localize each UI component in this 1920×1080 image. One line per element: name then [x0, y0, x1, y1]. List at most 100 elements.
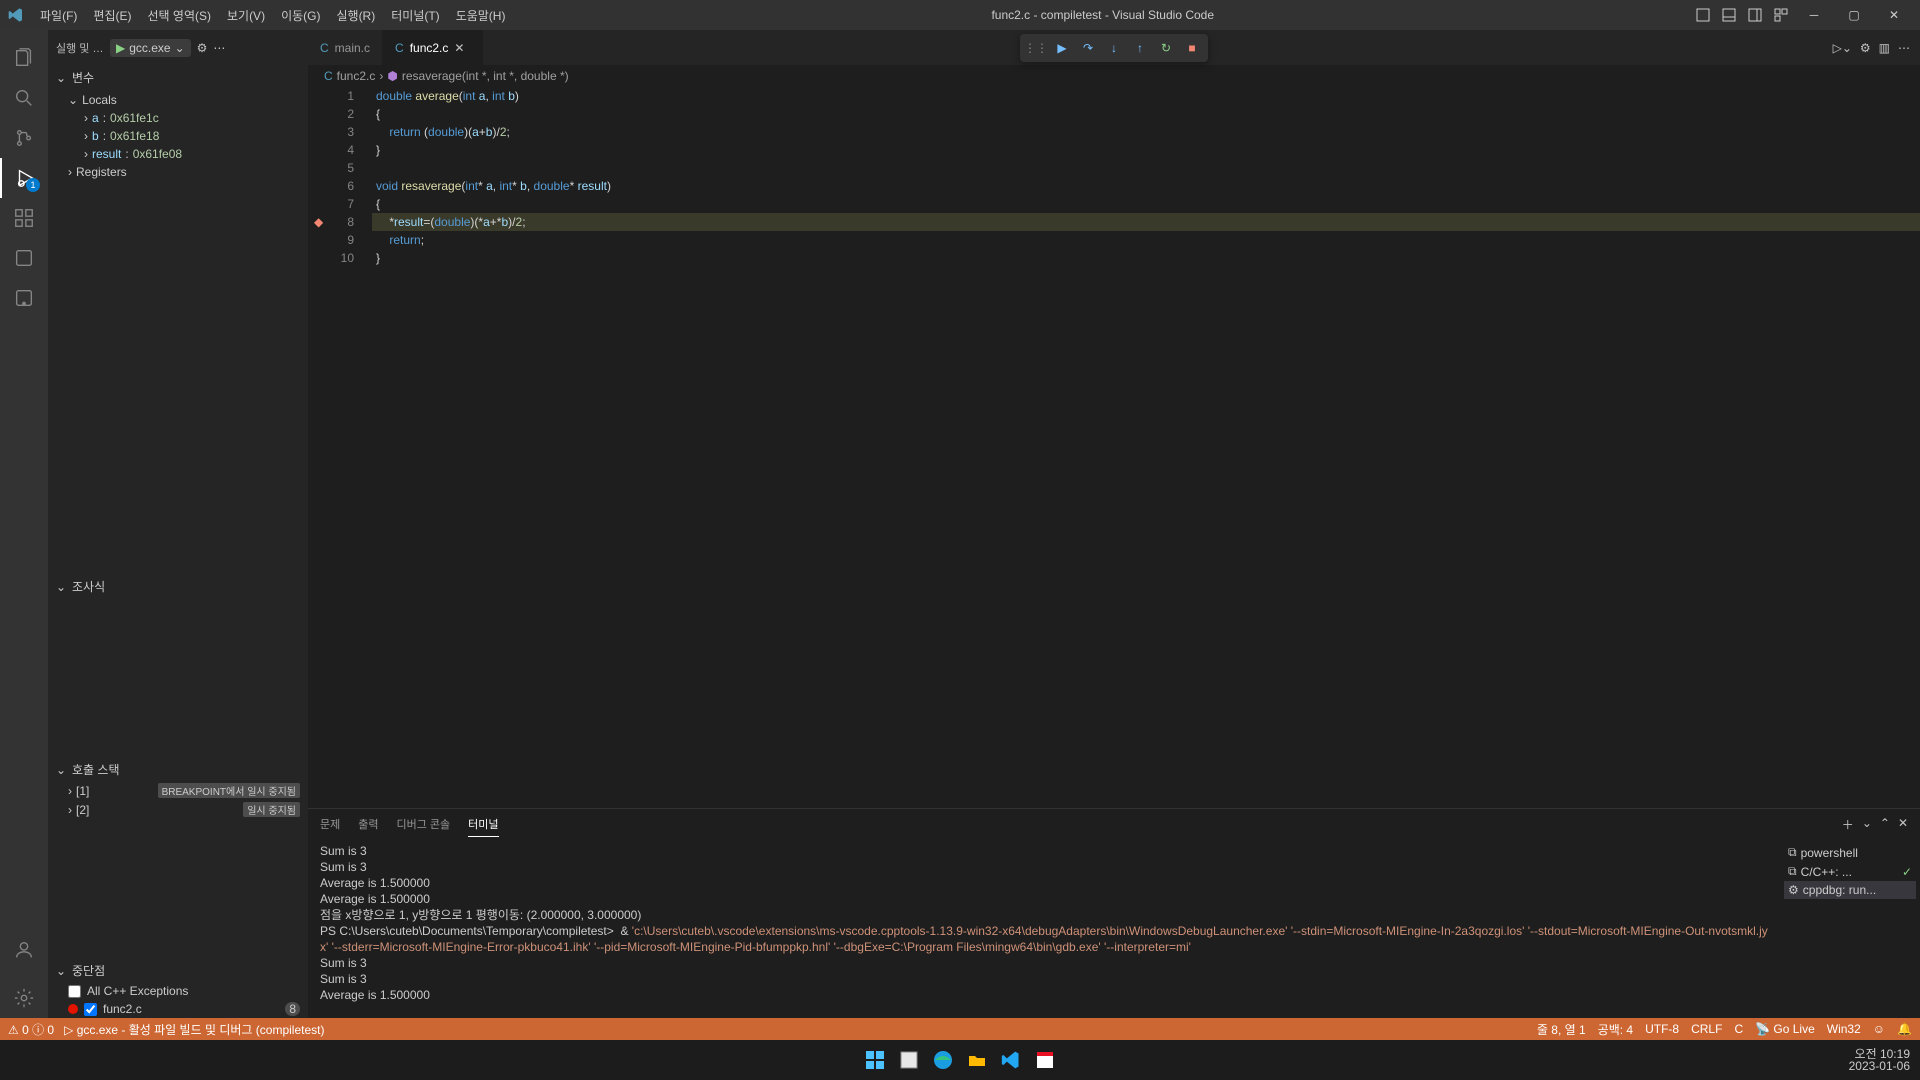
- step-over-button[interactable]: ↷: [1076, 36, 1100, 60]
- start-button[interactable]: [861, 1046, 889, 1074]
- stop-button[interactable]: ■: [1180, 36, 1204, 60]
- more-icon[interactable]: ⋯: [213, 41, 225, 55]
- menu-item[interactable]: 파일(F): [32, 3, 85, 28]
- run-debug-icon[interactable]: 1: [0, 158, 48, 198]
- stack-frame[interactable]: ›[2]일시 중지됨: [48, 800, 308, 819]
- step-out-button[interactable]: ↑: [1128, 36, 1152, 60]
- terminal-item[interactable]: ⧉C/C++: ...✓: [1784, 862, 1916, 881]
- c-file-icon: C: [324, 69, 333, 83]
- panel-tab[interactable]: 터미널: [468, 812, 498, 837]
- system-tray[interactable]: 오전 10:19 2023-01-06: [1849, 1048, 1910, 1072]
- code-editor[interactable]: 1234567◆8910 double average(int a, int b…: [308, 87, 1920, 808]
- close-button[interactable]: ✕: [1876, 4, 1912, 26]
- terminal-line: 점을 x방향으로 1, y방향으로 1 평행이동: (2.000000, 3.0…: [320, 907, 1768, 923]
- variable-item[interactable]: ›result: 0x61fe08: [48, 145, 308, 163]
- panel-tab[interactable]: 출력: [358, 812, 378, 837]
- taskbar-app2-icon[interactable]: [1031, 1046, 1059, 1074]
- panel-tabs: 문제 출력 디버그 콘솔 터미널 ＋ ⌄ ⌃ ✕: [308, 809, 1920, 839]
- menu-item[interactable]: 이동(G): [273, 3, 328, 28]
- explorer-icon[interactable]: [0, 38, 48, 78]
- menu-item[interactable]: 도움말(H): [448, 3, 514, 28]
- more-actions-icon[interactable]: ⋯: [1898, 41, 1910, 55]
- layout-toggle-icon[interactable]: [1692, 4, 1714, 26]
- status-errors[interactable]: ⚠ 0 ⓘ 0: [8, 1021, 54, 1038]
- editor-tab[interactable]: Cmain.c: [308, 30, 383, 65]
- panel-tab[interactable]: 문제: [320, 812, 340, 837]
- status-eol[interactable]: CRLF: [1691, 1022, 1722, 1036]
- status-bar: ⚠ 0 ⓘ 0 ▷ gcc.exe - 활성 파일 빌드 및 디버그 (comp…: [0, 1018, 1920, 1040]
- close-tab-icon[interactable]: ✕: [454, 41, 470, 55]
- extra-icon-1[interactable]: [0, 238, 48, 278]
- menu-item[interactable]: 실행(R): [328, 3, 383, 28]
- breakpoint-item[interactable]: All C++ Exceptions: [48, 982, 308, 1000]
- breakpoint-item[interactable]: func2.c8: [48, 1000, 308, 1018]
- panel-tab[interactable]: 디버그 콘솔: [397, 812, 451, 837]
- bp-checkbox[interactable]: [68, 985, 81, 998]
- terminal-item[interactable]: ⚙cppdbg: run...: [1784, 881, 1916, 899]
- menu-bar: 파일(F)편집(E)선택 영역(S)보기(V)이동(G)실행(R)터미널(T)도…: [32, 3, 513, 28]
- account-icon[interactable]: [0, 930, 48, 970]
- bp-checkbox[interactable]: [84, 1003, 97, 1016]
- status-platform[interactable]: Win32: [1827, 1022, 1861, 1036]
- layout-panel-icon[interactable]: [1718, 4, 1740, 26]
- split-editor-icon[interactable]: ▥: [1879, 41, 1890, 55]
- taskbar-explorer-icon[interactable]: [963, 1046, 991, 1074]
- maximize-button[interactable]: ▢: [1836, 4, 1872, 26]
- locals-scope[interactable]: ⌄Locals: [48, 91, 308, 109]
- gear-icon[interactable]: ⚙: [197, 41, 208, 55]
- extra-icon-2[interactable]: [0, 278, 48, 318]
- menu-item[interactable]: 선택 영역(S): [139, 3, 219, 28]
- layout-custom-icon[interactable]: [1770, 4, 1792, 26]
- status-golive[interactable]: 📡 Go Live: [1755, 1022, 1815, 1036]
- new-terminal-icon[interactable]: ＋: [1842, 816, 1854, 833]
- breadcrumb[interactable]: C func2.c › ⬢ resaverage(int *, int *, d…: [308, 65, 1920, 87]
- terminal-item[interactable]: ⧉powershell: [1784, 843, 1916, 862]
- continue-button[interactable]: ▶: [1050, 36, 1074, 60]
- breakpoint-marker-icon[interactable]: ◆: [314, 213, 323, 231]
- run-action-icon[interactable]: ▷⌄: [1833, 41, 1852, 55]
- search-icon[interactable]: [0, 78, 48, 118]
- breakpoints-list: All C++ Exceptions func2.c8: [48, 982, 308, 1018]
- variables-section-header[interactable]: ⌄변수: [48, 66, 308, 89]
- source-control-icon[interactable]: [0, 118, 48, 158]
- terminal-dropdown-icon[interactable]: ⌄: [1862, 816, 1872, 833]
- debug-sidebar: 실행 및 디... ▶ gcc.exe ⌄ ⚙ ⋯ ⌄변수 ⌄Locals ›a…: [48, 30, 308, 1018]
- menu-item[interactable]: 편집(E): [85, 3, 139, 28]
- taskbar-app-icon[interactable]: [895, 1046, 923, 1074]
- step-into-button[interactable]: ↓: [1102, 36, 1126, 60]
- status-bell-icon[interactable]: 🔔: [1897, 1022, 1912, 1036]
- terminal-line: Sum is 3: [320, 843, 1768, 859]
- terminal-output[interactable]: Sum is 3Sum is 3Average is 1.500000Avera…: [308, 839, 1780, 1018]
- settings-gear-icon[interactable]: [0, 978, 48, 1018]
- editor-tab-active[interactable]: Cfunc2.c✕: [383, 30, 483, 65]
- restart-button[interactable]: ↻: [1154, 36, 1178, 60]
- status-feedback-icon[interactable]: ☺: [1873, 1022, 1885, 1036]
- close-panel-icon[interactable]: ✕: [1898, 816, 1908, 833]
- callstack-section-header[interactable]: ⌄호출 스택: [48, 758, 308, 781]
- extensions-icon[interactable]: [0, 198, 48, 238]
- menu-item[interactable]: 보기(V): [219, 3, 273, 28]
- menu-item[interactable]: 터미널(T): [383, 3, 447, 28]
- variable-item[interactable]: ›a: 0x61fe1c: [48, 109, 308, 127]
- variable-item[interactable]: ›b: 0x61fe18: [48, 127, 308, 145]
- status-language[interactable]: C: [1734, 1022, 1743, 1036]
- registers-scope[interactable]: ›Registers: [48, 163, 308, 181]
- layout-side-icon[interactable]: [1744, 4, 1766, 26]
- status-cursor[interactable]: 줄 8, 열 1: [1537, 1021, 1586, 1038]
- terminal-line: Sum is 3: [320, 859, 1768, 875]
- status-encoding[interactable]: UTF-8: [1645, 1022, 1679, 1036]
- minimize-button[interactable]: ─: [1796, 4, 1832, 26]
- drag-handle-icon[interactable]: ⋮⋮: [1024, 36, 1048, 60]
- status-indent[interactable]: 공백: 4: [1598, 1021, 1633, 1038]
- run-header: 실행 및 디... ▶ gcc.exe ⌄ ⚙ ⋯: [48, 30, 308, 66]
- status-debug-config[interactable]: ▷ gcc.exe - 활성 파일 빌드 및 디버그 (compiletest): [64, 1021, 324, 1038]
- maximize-panel-icon[interactable]: ⌃: [1880, 816, 1890, 833]
- watch-section-header[interactable]: ⌄조사식: [48, 575, 308, 598]
- debug-config-selector[interactable]: ▶ gcc.exe ⌄: [110, 39, 191, 57]
- vscode-logo-icon: [8, 7, 24, 23]
- taskbar-vscode-icon[interactable]: [997, 1046, 1025, 1074]
- taskbar-edge-icon[interactable]: [929, 1046, 957, 1074]
- breakpoints-section-header[interactable]: ⌄중단점: [48, 959, 308, 982]
- stack-frame[interactable]: ›[1]BREAKPOINT에서 일시 중지됨: [48, 781, 308, 800]
- run-settings-icon[interactable]: ⚙: [1860, 41, 1871, 55]
